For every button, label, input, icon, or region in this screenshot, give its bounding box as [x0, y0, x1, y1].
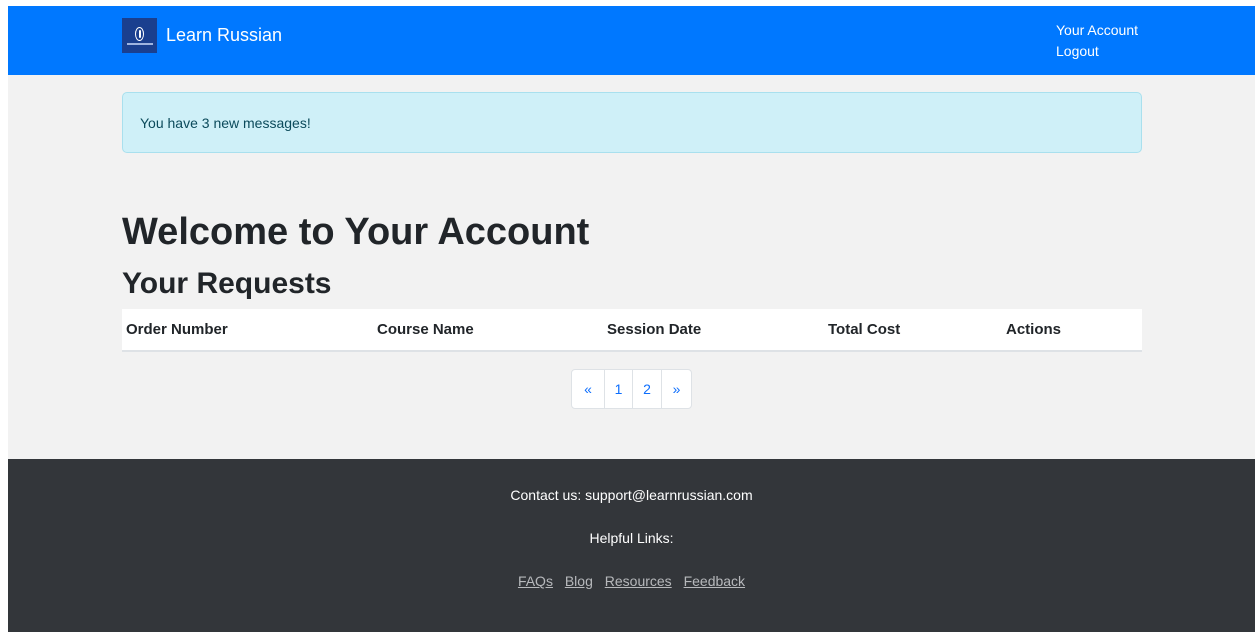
column-header-actions: Actions [1006, 321, 1062, 338]
footer-links: FAQs Blog Resources Feedback [8, 573, 1255, 589]
footer-link-blog[interactable]: Blog [565, 573, 593, 589]
pagination-prev-button[interactable]: « [572, 370, 604, 408]
requests-table-header: Order Number Course Name Session Date To… [122, 309, 1142, 352]
pagination-next-button[interactable]: » [661, 370, 691, 408]
brand-name: Learn Russian [166, 25, 283, 45]
brand-link[interactable]: Learn Russian [122, 18, 282, 53]
navbar: Learn Russian Your Account Logout [8, 6, 1255, 75]
footer-contact: Contact us: support@learnrussian.com [510, 487, 753, 503]
pagination-page-1[interactable]: 1 [604, 370, 632, 408]
footer-link-resources[interactable]: Resources [605, 573, 672, 589]
page-frame: Learn Russian Your Account Logout You ha… [8, 6, 1255, 632]
column-header-session-date: Session Date [607, 321, 702, 338]
pagination-page-2[interactable]: 2 [632, 370, 661, 408]
nav-link-logout[interactable]: Logout [1056, 41, 1138, 62]
footer-link-faqs[interactable]: FAQs [518, 573, 553, 589]
footer-helpful-links-label: Helpful Links: [589, 530, 674, 546]
nav-links: Your Account Logout [1056, 20, 1138, 62]
column-header-order-number: Order Number [126, 321, 228, 338]
oval-emblem-icon [122, 18, 157, 53]
column-header-total-cost: Total Cost [828, 321, 901, 338]
footer-link-feedback[interactable]: Feedback [684, 573, 745, 589]
requests-heading: Your Requests [122, 267, 332, 300]
new-messages-alert: You have 3 new messages! [122, 92, 1142, 153]
column-header-course-name: Course Name [377, 321, 474, 338]
nav-link-your-account[interactable]: Your Account [1056, 20, 1138, 41]
footer: Contact us: support@learnrussian.com Hel… [8, 459, 1255, 632]
pagination: « 1 2 » [571, 369, 692, 409]
page-title: Welcome to Your Account [122, 211, 590, 253]
alert-message: You have 3 new messages! [140, 114, 311, 131]
